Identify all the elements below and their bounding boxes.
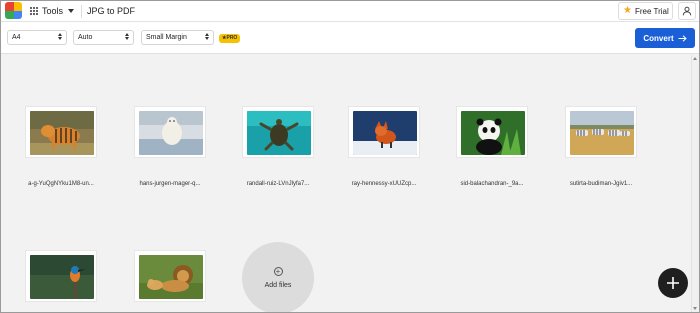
fox-photo xyxy=(353,111,417,155)
convert-label: Convert xyxy=(643,33,674,43)
app-logo-icon[interactable] xyxy=(5,2,22,19)
thumbnail-frame xyxy=(134,250,206,302)
file-name: ray-hennessy-xUUZcp... xyxy=(351,181,417,187)
page-size-select[interactable]: A4 xyxy=(7,30,67,45)
scroll-up-icon[interactable] xyxy=(693,57,697,60)
scroll-down-icon[interactable] xyxy=(693,307,697,310)
grid-icon xyxy=(30,7,38,15)
convert-button[interactable]: Convert xyxy=(635,28,695,48)
app-window: Tools JPG to PDF ★ Free Trial A4 Auto Sm… xyxy=(0,0,700,313)
margin-value: Small Margin xyxy=(146,34,187,41)
add-floating-button[interactable] xyxy=(658,268,688,298)
select-arrows-icon xyxy=(125,33,129,40)
file-name: sutirta-budiman-Jgiv1... xyxy=(569,181,633,187)
file-name: a-g-YuQgNYku1M8-un... xyxy=(28,181,94,187)
thumbnail-frame xyxy=(348,106,420,158)
polar-bear-photo xyxy=(139,111,203,155)
divider xyxy=(81,5,82,18)
tiger-photo xyxy=(30,111,94,155)
thumbnail-frame xyxy=(456,106,528,158)
select-arrows-icon xyxy=(58,33,62,40)
file-grid: a-g-YuQgNYku1M8-un... hans-jurgen-mager-… xyxy=(1,55,699,312)
select-arrows-icon xyxy=(205,33,209,40)
chevron-down-icon xyxy=(68,9,75,13)
arrow-right-icon xyxy=(678,34,687,42)
free-trial-label: Free Trial xyxy=(634,6,669,16)
free-trial-button[interactable]: ★ Free Trial xyxy=(618,2,673,20)
page-title: JPG to PDF xyxy=(87,6,136,16)
margin-select[interactable]: Small Margin xyxy=(141,30,214,45)
thumbnail-frame xyxy=(242,106,314,158)
thumbnail-frame xyxy=(25,250,97,302)
vertical-scrollbar[interactable] xyxy=(691,55,699,312)
plus-circle-icon: + xyxy=(273,267,283,276)
orientation-select[interactable]: Auto xyxy=(73,30,134,45)
pro-badge-label: PRO xyxy=(226,35,238,41)
options-toolbar: A4 Auto Small Margin ★PRO Convert xyxy=(1,22,699,54)
add-files-label: Add files xyxy=(264,282,292,289)
pro-badge: ★PRO xyxy=(219,34,241,43)
file-name: sid-balachandran-_9a... xyxy=(460,181,524,187)
thumbnail-frame xyxy=(134,106,206,158)
tools-label: Tools xyxy=(42,6,64,16)
top-bar: Tools JPG to PDF ★ Free Trial xyxy=(1,1,699,22)
star-icon: ★ xyxy=(623,5,632,16)
lions-photo xyxy=(139,255,203,299)
kingfisher-photo xyxy=(30,255,94,299)
thumbnail-frame xyxy=(25,106,97,158)
user-icon xyxy=(682,6,692,16)
zebras-photo xyxy=(570,111,634,155)
sea-turtle-photo xyxy=(247,111,311,155)
file-name: hans-jurgen-mager-q... xyxy=(139,181,201,187)
thumbnail-frame xyxy=(565,106,637,158)
panda-photo xyxy=(461,111,525,155)
file-name: randall-ruiz-LVnJlyfa7... xyxy=(246,181,310,187)
plus-icon xyxy=(667,277,679,289)
tools-menu[interactable]: Tools xyxy=(30,1,75,21)
orientation-value: Auto xyxy=(78,34,93,41)
user-account-button[interactable] xyxy=(678,2,696,20)
add-files-button[interactable]: + Add files xyxy=(242,242,314,312)
page-size-value: A4 xyxy=(12,34,21,41)
